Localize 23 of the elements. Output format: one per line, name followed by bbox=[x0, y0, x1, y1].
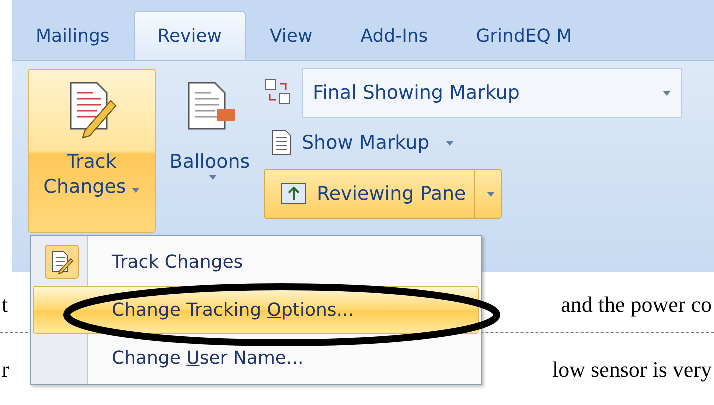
pane-icon bbox=[281, 183, 307, 205]
caret-icon bbox=[209, 174, 217, 180]
caret-icon bbox=[446, 140, 454, 146]
menu-item[interactable]: Track Changes bbox=[33, 238, 479, 286]
caret-icon bbox=[663, 90, 671, 96]
document-text: r bbox=[2, 357, 10, 383]
show-markup-button[interactable]: Show Markup bbox=[264, 123, 462, 163]
document-text: low sensor is very bbox=[552, 357, 712, 383]
balloons-button[interactable]: Balloons bbox=[160, 69, 260, 233]
ribbon-tab[interactable]: GrindEQ M bbox=[452, 11, 596, 60]
track-changes-button[interactable]: Track Changes bbox=[28, 69, 156, 233]
ribbon-tab[interactable]: Mailings bbox=[12, 11, 134, 60]
caret-icon bbox=[487, 192, 496, 196]
document-text: t bbox=[2, 292, 8, 318]
ribbon-tab[interactable]: Review bbox=[134, 11, 246, 60]
menu-item[interactable]: Change User Name... bbox=[33, 334, 479, 382]
caret-icon bbox=[132, 188, 140, 193]
ribbon-tab[interactable]: View bbox=[246, 11, 337, 60]
reviewing-pane-button[interactable]: Reviewing Pane bbox=[264, 169, 502, 219]
ribbon-tab[interactable]: Add-Ins bbox=[336, 11, 452, 60]
document-text: and the power co bbox=[561, 292, 712, 318]
display-dropdown[interactable]: Final Showing Markup bbox=[302, 68, 682, 118]
document-icon bbox=[272, 130, 292, 156]
